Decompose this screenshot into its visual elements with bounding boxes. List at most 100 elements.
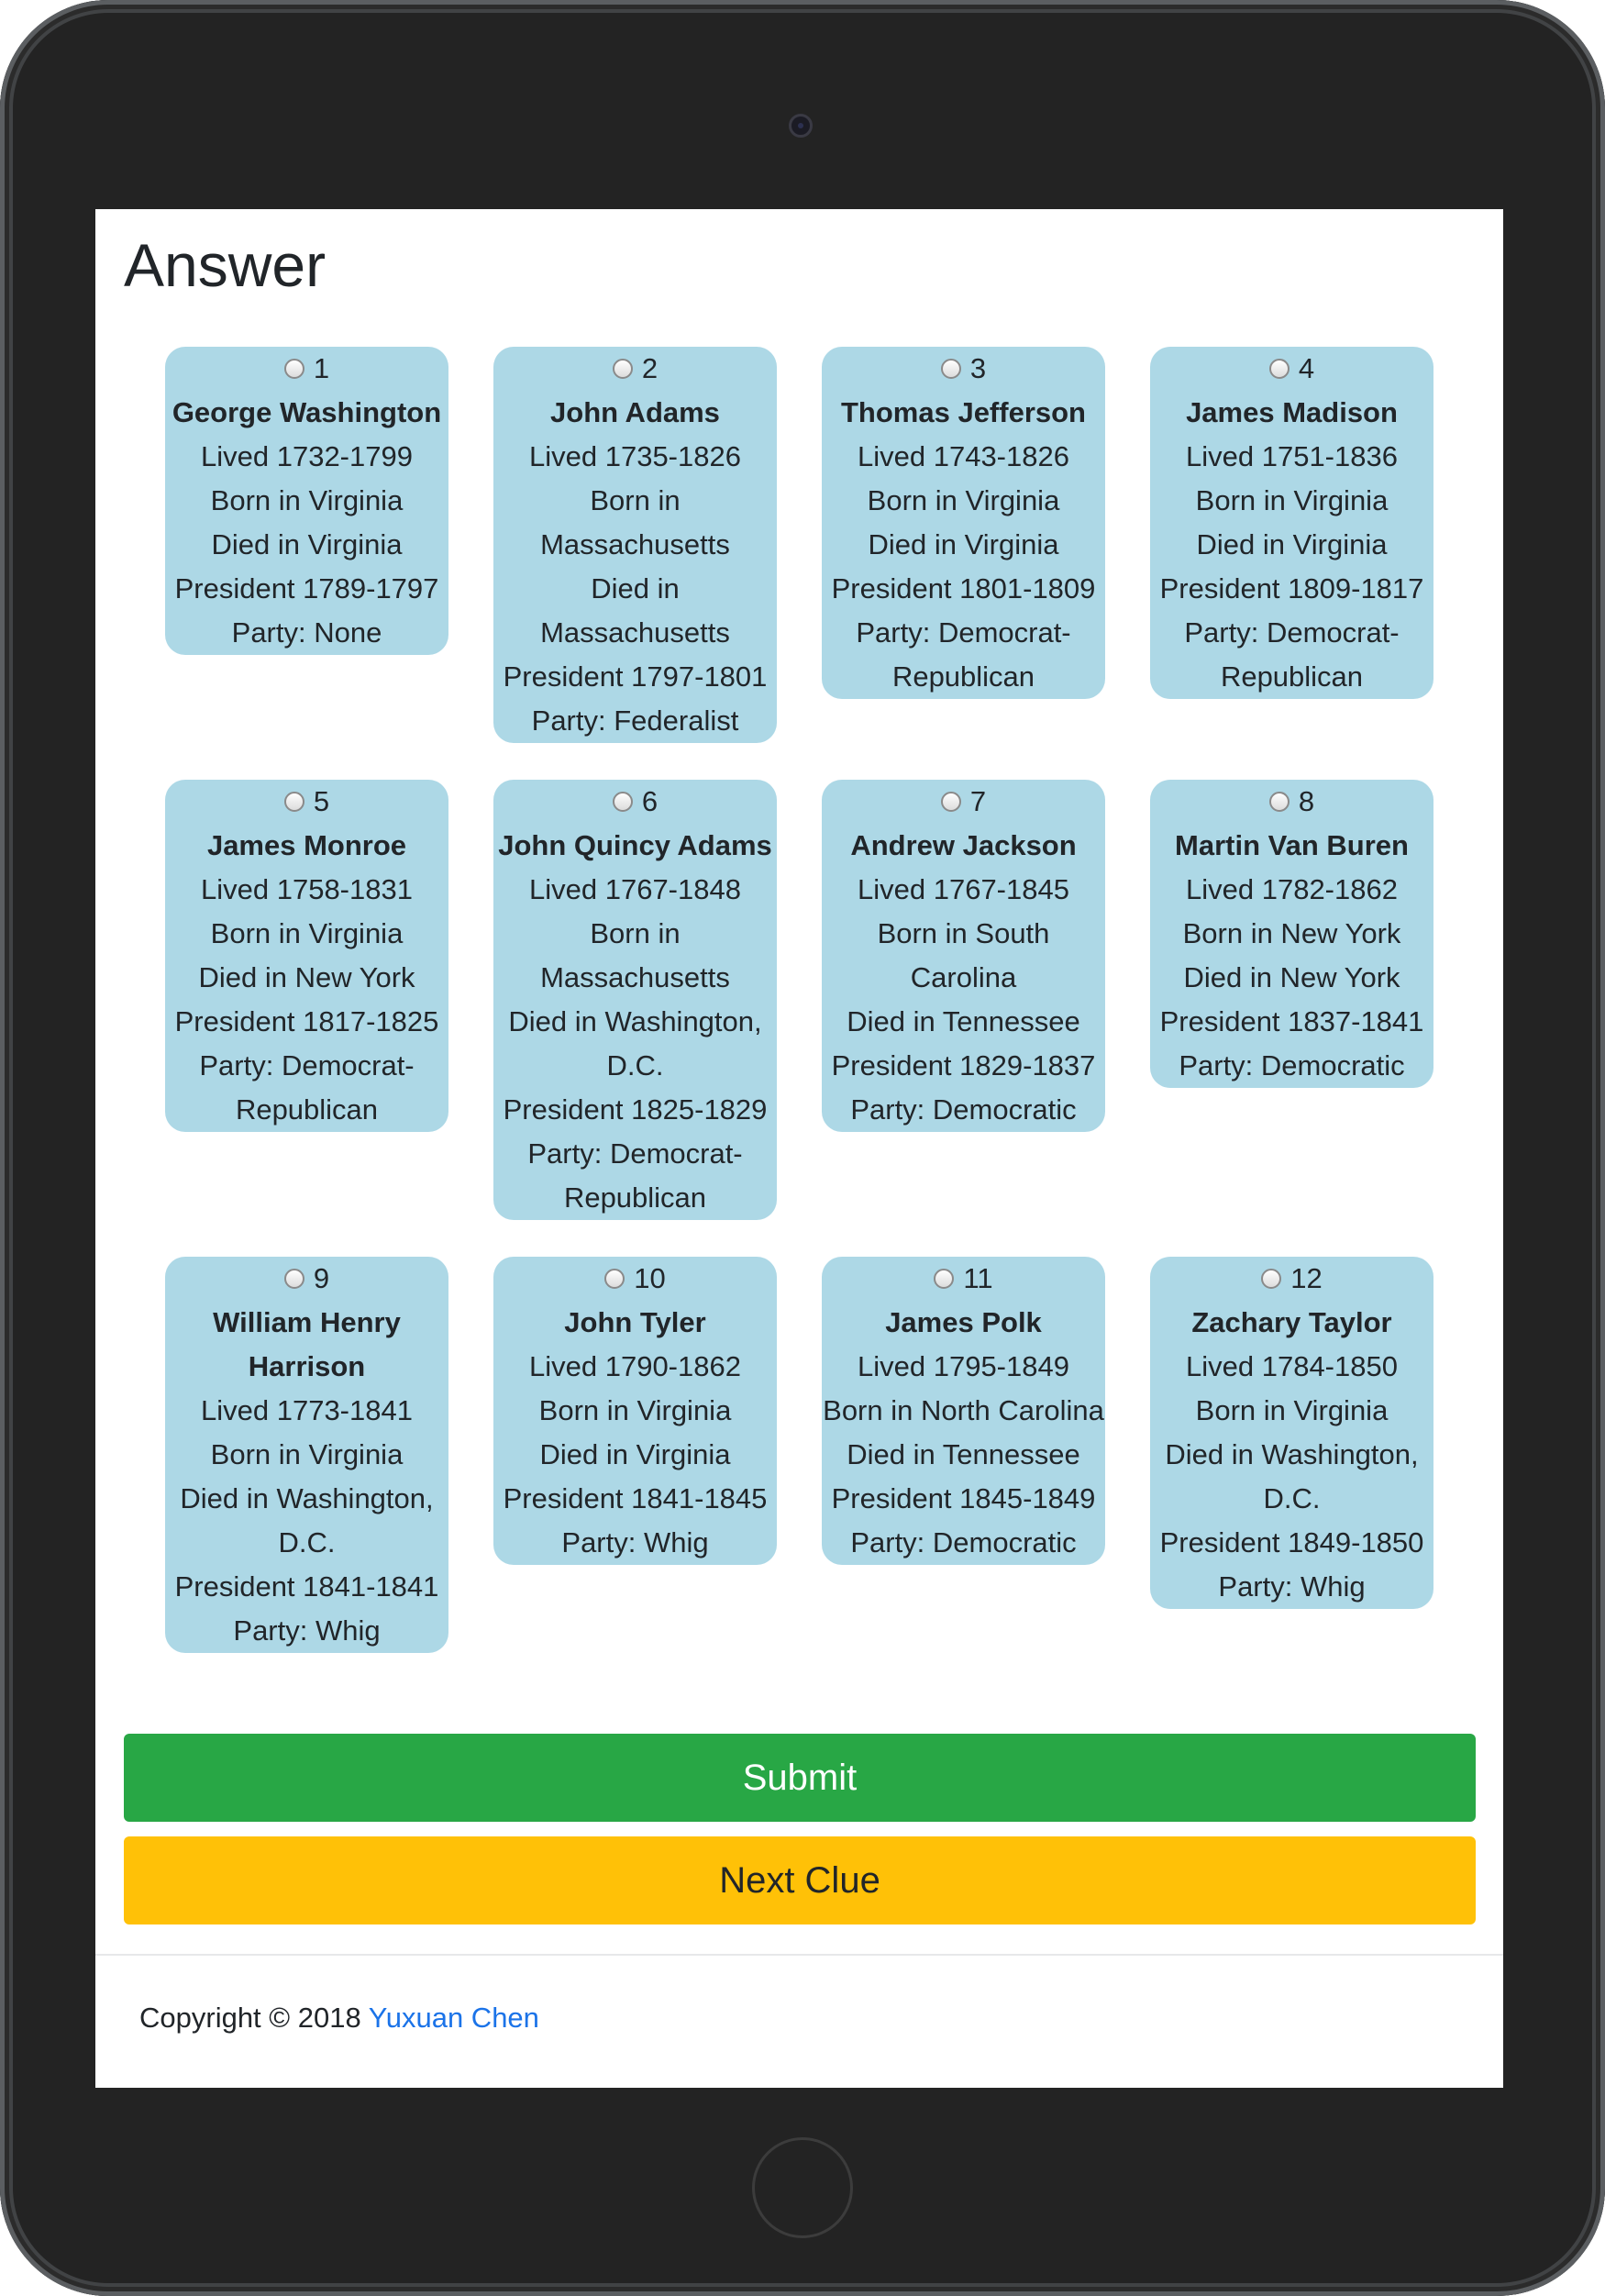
deathplace: Died in Washington, D.C. [508, 1005, 762, 1081]
birthplace: Born in Virginia [1195, 484, 1389, 516]
radio-button[interactable] [940, 792, 961, 812]
card-number: 7 [969, 785, 987, 817]
lived-years: Lived 1795-1849 [858, 1350, 1069, 1382]
copyright-text: Copyright © 2018 [139, 2002, 361, 2034]
presidency-years: President 1849-1850 [1159, 1526, 1424, 1558]
card-number: 5 [313, 785, 330, 817]
birthplace: Born in Virginia [1195, 1394, 1389, 1426]
deathplace: Died in Virginia [539, 1438, 731, 1470]
lived-years: Lived 1784-1850 [1186, 1350, 1398, 1382]
president-name: Thomas Jefferson [840, 396, 1086, 428]
screen: Answer 1 George Washington Lived 1732-17… [95, 209, 1503, 2088]
president-name: James Madison [1186, 396, 1398, 428]
lived-years: Lived 1743-1826 [858, 440, 1069, 472]
radio-button[interactable] [1268, 792, 1290, 812]
party: Party: Democrat-Republican [856, 616, 1071, 693]
radio-button[interactable] [604, 1269, 625, 1289]
deathplace: Died in Massachusetts [540, 572, 730, 649]
radio-button[interactable] [283, 359, 304, 379]
party: Party: Democrat-Republican [1184, 616, 1400, 693]
lived-years: Lived 1732-1799 [201, 440, 413, 472]
birthplace: Born in Virginia [210, 484, 404, 516]
president-name: Andrew Jackson [850, 829, 1077, 861]
footer: Copyright © 2018 Yuxuan Chen [139, 2000, 539, 2036]
president-card[interactable]: 2 John Adams Lived 1735-1826 Born in Mas… [493, 347, 777, 743]
lived-years: Lived 1773-1841 [201, 1394, 413, 1426]
home-button[interactable] [752, 2137, 853, 2238]
party: Party: Democrat-Republican [199, 1049, 415, 1126]
president-card[interactable]: 1 George Washington Lived 1732-1799 Born… [165, 347, 448, 655]
card-number: 4 [1298, 352, 1315, 384]
card-number: 8 [1298, 785, 1315, 817]
party: Party: Democrat-Republican [527, 1137, 743, 1214]
birthplace: Born in Virginia [538, 1394, 732, 1426]
party: Party: Democratic [850, 1093, 1077, 1126]
deathplace: Died in Washington, D.C. [180, 1482, 434, 1558]
deathplace: Died in Virginia [211, 528, 403, 560]
presidency-years: President 1829-1837 [831, 1049, 1096, 1081]
birthplace: Born in Virginia [867, 484, 1060, 516]
party: Party: Whig [1218, 1570, 1366, 1603]
lived-years: Lived 1767-1848 [529, 873, 741, 905]
party: Party: Democratic [850, 1526, 1077, 1558]
next-clue-button[interactable]: Next Clue [124, 1836, 1476, 1924]
party: Party: Democratic [1179, 1049, 1405, 1081]
presidency-years: President 1841-1841 [174, 1570, 439, 1603]
submit-button[interactable]: Submit [124, 1734, 1476, 1822]
president-card[interactable]: 9 William Henry Harrison Lived 1773-1841… [165, 1257, 448, 1653]
presidency-years: President 1837-1841 [1159, 1005, 1424, 1037]
birthplace: Born in Massachusetts [540, 484, 730, 560]
presidency-years: President 1825-1829 [503, 1093, 768, 1126]
radio-button[interactable] [934, 1269, 955, 1289]
party: Party: Federalist [531, 704, 739, 737]
president-card[interactable]: 7 Andrew Jackson Lived 1767-1845 Born in… [822, 780, 1105, 1132]
deathplace: Died in New York [1183, 961, 1400, 993]
deathplace: Died in New York [198, 961, 415, 993]
president-name: William Henry Harrison [213, 1306, 401, 1382]
birthplace: Born in Virginia [210, 1438, 404, 1470]
lived-years: Lived 1751-1836 [1186, 440, 1398, 472]
radio-button[interactable] [283, 792, 304, 812]
deathplace: Died in Tennessee [847, 1438, 1080, 1470]
birthplace: Born in North Carolina [823, 1394, 1104, 1426]
radio-button[interactable] [1261, 1269, 1282, 1289]
deathplace: Died in Virginia [1196, 528, 1388, 560]
tablet-frame: Answer 1 George Washington Lived 1732-17… [0, 0, 1605, 2296]
camera-icon [789, 114, 813, 138]
radio-button[interactable] [1268, 359, 1290, 379]
president-card[interactable]: 10 John Tyler Lived 1790-1862 Born in Vi… [493, 1257, 777, 1565]
radio-button[interactable] [612, 792, 633, 812]
president-card[interactable]: 6 John Quincy Adams Lived 1767-1848 Born… [493, 780, 777, 1220]
president-name: Martin Van Buren [1175, 829, 1409, 861]
radio-button[interactable] [940, 359, 961, 379]
birthplace: Born in Massachusetts [540, 917, 730, 993]
presidency-years: President 1809-1817 [1159, 572, 1424, 605]
presidency-years: President 1817-1825 [174, 1005, 439, 1037]
birthplace: Born in South Carolina [877, 917, 1050, 993]
president-card[interactable]: 4 James Madison Lived 1751-1836 Born in … [1150, 347, 1433, 699]
radio-button[interactable] [283, 1269, 304, 1289]
card-number: 9 [313, 1262, 330, 1294]
party: Party: Whig [561, 1526, 709, 1558]
lived-years: Lived 1735-1826 [529, 440, 741, 472]
president-card[interactable]: 11 James Polk Lived 1795-1849 Born in No… [822, 1257, 1105, 1565]
president-card[interactable]: 8 Martin Van Buren Lived 1782-1862 Born … [1150, 780, 1433, 1088]
card-number: 12 [1290, 1262, 1323, 1294]
presidency-years: President 1841-1845 [503, 1482, 768, 1514]
deathplace: Died in Virginia [868, 528, 1059, 560]
author-link[interactable]: Yuxuan Chen [369, 2002, 539, 2034]
footer-divider [95, 1954, 1503, 1956]
presidency-years: President 1789-1797 [174, 572, 439, 605]
president-card[interactable]: 12 Zachary Taylor Lived 1784-1850 Born i… [1150, 1257, 1433, 1609]
presidency-years: President 1797-1801 [503, 660, 768, 693]
president-card[interactable]: 5 James Monroe Lived 1758-1831 Born in V… [165, 780, 448, 1132]
party: Party: Whig [233, 1614, 381, 1647]
president-name: John Tyler [564, 1306, 706, 1338]
radio-button[interactable] [612, 359, 633, 379]
president-card[interactable]: 3 Thomas Jefferson Lived 1743-1826 Born … [822, 347, 1105, 699]
president-name: James Monroe [206, 829, 407, 861]
president-name: James Polk [885, 1306, 1042, 1338]
birthplace: Born in New York [1182, 917, 1401, 949]
president-name: John Quincy Adams [498, 829, 772, 861]
card-number: 11 [963, 1262, 993, 1294]
